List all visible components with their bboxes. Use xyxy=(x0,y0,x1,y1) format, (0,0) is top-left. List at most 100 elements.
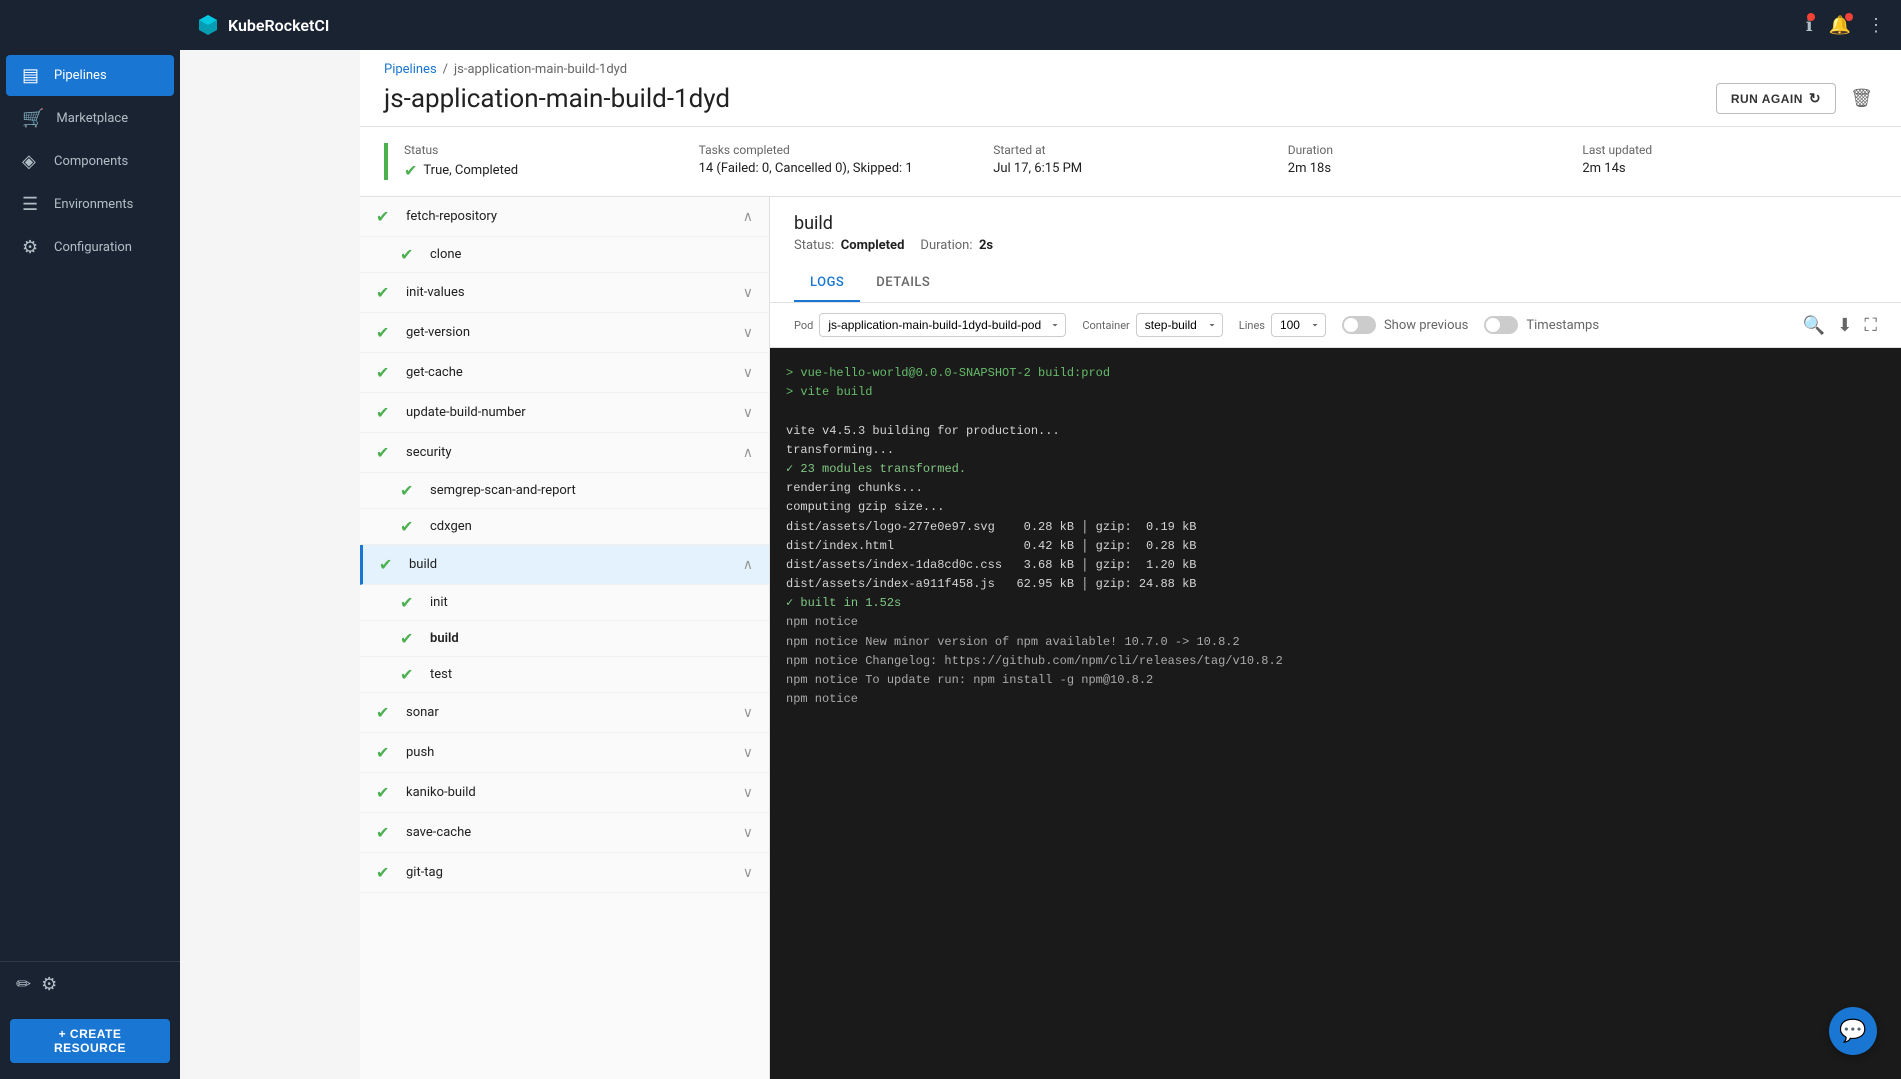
pipeline-step-init-values[interactable]: ✔ init-values ∨ xyxy=(360,273,769,313)
expand-icon[interactable]: ∨ xyxy=(743,745,753,761)
step-check-icon: ✔ xyxy=(376,363,396,382)
app-logo: KubeRocketCI xyxy=(196,13,329,37)
more-menu-icon[interactable]: ⋮ xyxy=(1867,15,1885,36)
status-section: Status ✔ True, Completed xyxy=(384,143,699,180)
pipeline-step-clone[interactable]: ✔ clone xyxy=(360,237,769,273)
sidebar-item-configuration[interactable]: ⚙ Configuration xyxy=(6,227,174,268)
step-check-icon: ✔ xyxy=(400,593,420,612)
sidebar-item-environments[interactable]: ☰ Environments xyxy=(6,184,174,225)
pipeline-step-init[interactable]: ✔ init xyxy=(360,585,769,621)
delete-button[interactable]: 🗑 xyxy=(1846,84,1877,113)
create-resource-button[interactable]: + CREATE RESOURCE xyxy=(10,1019,170,1063)
container-select[interactable]: step-build xyxy=(1136,313,1223,337)
chat-bubble[interactable]: 💬 xyxy=(1829,1007,1877,1055)
sidebar-item-marketplace[interactable]: 🛒 Marketplace xyxy=(6,98,174,139)
step-name: sonar xyxy=(406,705,733,720)
tab-details[interactable]: DETAILS xyxy=(860,265,946,302)
step-name: fetch-repository xyxy=(406,209,733,224)
log-status-label: Status: Completed xyxy=(794,238,904,253)
page-title: js-application-main-build-1dyd xyxy=(384,84,730,114)
expand-icon[interactable]: ∧ xyxy=(743,209,753,225)
page-title-row: js-application-main-build-1dyd RUN AGAIN… xyxy=(384,83,1877,126)
pipeline-step-build-child[interactable]: ✔ build xyxy=(360,621,769,657)
pipeline-step-push[interactable]: ✔ push ∨ xyxy=(360,733,769,773)
sidebar-item-pipelines[interactable]: ▤ Pipelines xyxy=(6,55,174,96)
status-text: True, Completed xyxy=(423,163,518,178)
pipelines-icon: ▤ xyxy=(22,65,42,86)
step-name: security xyxy=(406,445,733,460)
expand-icon[interactable]: ∨ xyxy=(743,325,753,341)
pipeline-step-test[interactable]: ✔ test xyxy=(360,657,769,693)
timestamps-toggle[interactable]: Timestamps xyxy=(1484,316,1599,334)
expand-icon[interactable]: ∧ xyxy=(743,557,753,573)
status-check-icon: ✔ xyxy=(404,161,417,180)
expand-icon[interactable]: ∧ xyxy=(743,445,753,461)
duration-section: Duration 2m 18s xyxy=(1288,143,1583,180)
step-name: save-cache xyxy=(406,825,733,840)
notification-icon[interactable]: 🔔 xyxy=(1829,15,1851,36)
fullscreen-icon[interactable]: ⛶ xyxy=(1864,315,1877,336)
tasks-section: Tasks completed 14 (Failed: 0, Cancelled… xyxy=(699,143,994,180)
container-control: Container step-build xyxy=(1082,313,1222,337)
sidebar-item-components[interactable]: ◈ Components xyxy=(6,141,174,182)
pipeline-step-kaniko-build[interactable]: ✔ kaniko-build ∨ xyxy=(360,773,769,813)
settings-icon[interactable]: ⚙ xyxy=(41,974,57,995)
log-action-icons: 🔍 ⬇ ⛶ xyxy=(1803,315,1877,336)
log-tabs: LOGS DETAILS xyxy=(794,265,1877,302)
log-status-row: Status: Completed Duration: 2s xyxy=(794,238,1877,253)
expand-icon[interactable]: ∨ xyxy=(743,865,753,881)
log-controls: Pod js-application-main-build-1dyd-build… xyxy=(770,303,1901,348)
environments-icon: ☰ xyxy=(22,194,42,215)
step-name: semgrep-scan-and-report xyxy=(430,483,753,498)
timestamps-label: Timestamps xyxy=(1526,318,1599,333)
step-check-icon: ✔ xyxy=(376,207,396,226)
breadcrumb-current: js-application-main-build-1dyd xyxy=(454,62,627,77)
show-previous-toggle[interactable]: Show previous xyxy=(1342,316,1468,334)
expand-icon[interactable]: ∨ xyxy=(743,825,753,841)
log-content[interactable]: > vue-hello-world@0.0.0-SNAPSHOT-2 build… xyxy=(770,348,1901,1079)
timestamps-switch[interactable] xyxy=(1484,316,1518,334)
step-check-icon: ✔ xyxy=(376,743,396,762)
edit-icon[interactable]: ✏ xyxy=(16,974,31,995)
pipeline-step-get-version[interactable]: ✔ get-version ∨ xyxy=(360,313,769,353)
info-icon[interactable]: ℹ xyxy=(1806,15,1813,36)
main-content: Pipelines / js-application-main-build-1d… xyxy=(360,50,1901,1079)
step-name: get-cache xyxy=(406,365,733,380)
pod-select[interactable]: js-application-main-build-1dyd-build-pod xyxy=(819,313,1066,337)
pipeline-step-cdxgen[interactable]: ✔ cdxgen xyxy=(360,509,769,545)
expand-icon[interactable]: ∨ xyxy=(743,785,753,801)
lines-select[interactable]: 100 xyxy=(1271,313,1326,337)
pod-label: Pod xyxy=(794,319,813,332)
sidebar-bottom: ✏ ⚙ xyxy=(0,961,180,1007)
download-icon[interactable]: ⬇ xyxy=(1837,315,1852,336)
pipeline-step-get-cache[interactable]: ✔ get-cache ∨ xyxy=(360,353,769,393)
step-check-icon: ✔ xyxy=(376,323,396,342)
pipeline-step-semgrep[interactable]: ✔ semgrep-scan-and-report xyxy=(360,473,769,509)
step-check-icon: ✔ xyxy=(376,703,396,722)
run-again-label: RUN AGAIN xyxy=(1731,92,1803,106)
expand-icon[interactable]: ∨ xyxy=(743,405,753,421)
sidebar-item-marketplace-label: Marketplace xyxy=(56,111,128,126)
tab-logs[interactable]: LOGS xyxy=(794,265,860,302)
app-title: KubeRocketCI xyxy=(228,16,329,35)
sidebar-item-environments-label: Environments xyxy=(54,197,133,212)
expand-icon[interactable]: ∨ xyxy=(743,365,753,381)
pipeline-step-git-tag[interactable]: ✔ git-tag ∨ xyxy=(360,853,769,893)
show-previous-label: Show previous xyxy=(1384,318,1468,333)
status-value: ✔ True, Completed xyxy=(404,161,675,180)
step-check-icon: ✔ xyxy=(400,517,420,536)
pipeline-step-fetch-repository[interactable]: ✔ fetch-repository ∧ xyxy=(360,197,769,237)
pipeline-step-build-parent[interactable]: ✔ build ∧ xyxy=(360,545,769,585)
expand-icon[interactable]: ∨ xyxy=(743,285,753,301)
expand-icon[interactable]: ∨ xyxy=(743,705,753,721)
show-previous-switch[interactable] xyxy=(1342,316,1376,334)
breadcrumb-parent[interactable]: Pipelines xyxy=(384,62,437,77)
topbar: KubeRocketCI ℹ 🔔 ⋮ xyxy=(0,0,1901,50)
pipeline-step-security[interactable]: ✔ security ∧ xyxy=(360,433,769,473)
search-icon[interactable]: 🔍 xyxy=(1803,315,1825,336)
lines-control: Lines 100 xyxy=(1239,313,1326,337)
run-again-button[interactable]: RUN AGAIN ↻ xyxy=(1716,83,1836,114)
pipeline-step-save-cache[interactable]: ✔ save-cache ∨ xyxy=(360,813,769,853)
pipeline-step-sonar[interactable]: ✔ sonar ∨ xyxy=(360,693,769,733)
pipeline-step-update-build-number[interactable]: ✔ update-build-number ∨ xyxy=(360,393,769,433)
